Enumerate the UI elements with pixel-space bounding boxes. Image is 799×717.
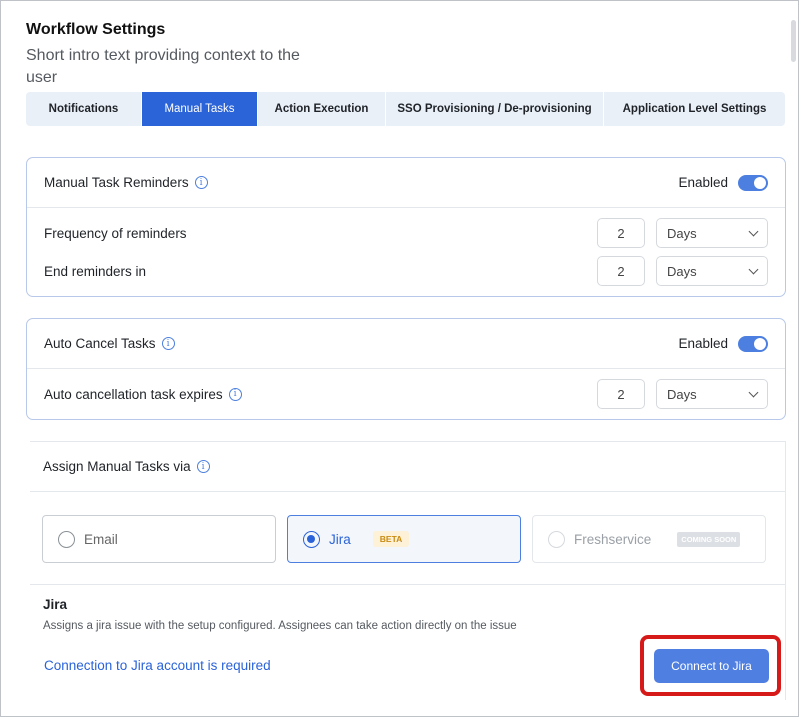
freshservice-radio bbox=[548, 530, 565, 548]
chevron-down-icon bbox=[748, 264, 759, 274]
auto-cancel-unit-value: Days bbox=[667, 386, 697, 402]
tab-bar: Notifications Manual Tasks Action Execut… bbox=[26, 92, 785, 126]
option-jira-label: Jira bbox=[329, 531, 351, 547]
info-icon[interactable]: i bbox=[228, 387, 242, 401]
auto-cancel-input[interactable]: 2 bbox=[597, 379, 645, 409]
frequency-input[interactable]: 2 bbox=[597, 218, 645, 248]
jira-connection-link[interactable]: Connection to Jira account is required bbox=[44, 658, 271, 673]
auto-cancel-label: Auto cancellation task expires bbox=[44, 386, 223, 402]
auto-cancel-title: Auto Cancel Tasks bbox=[44, 336, 156, 351]
scrollbar[interactable] bbox=[791, 20, 796, 62]
auto-cancel-header: Auto Cancel Tasks i Enabled bbox=[27, 319, 785, 369]
jira-radio[interactable] bbox=[303, 530, 320, 548]
intro-text: Short intro text providing context to th… bbox=[26, 47, 300, 86]
assign-options: Email Jira BETA Freshservice COMING SOON bbox=[42, 515, 766, 563]
chevron-down-icon bbox=[748, 387, 759, 397]
assign-header: Assign Manual Tasks via i bbox=[30, 442, 785, 492]
reminders-status: Enabled bbox=[678, 175, 728, 190]
assign-title: Assign Manual Tasks via bbox=[43, 459, 191, 474]
coming-soon-badge: COMING SOON bbox=[677, 531, 741, 547]
frequency-row: Frequency of reminders 2 Days bbox=[27, 214, 785, 252]
reminders-card: Manual Task Reminders i Enabled Frequenc… bbox=[26, 157, 786, 297]
email-radio[interactable] bbox=[58, 530, 75, 548]
connect-to-jira-button[interactable]: Connect to Jira bbox=[654, 649, 769, 683]
frequency-label: Frequency of reminders bbox=[44, 225, 187, 241]
auto-cancel-card: Auto Cancel Tasks i Enabled Auto cancell… bbox=[26, 318, 786, 420]
option-jira[interactable]: Jira BETA bbox=[287, 515, 521, 563]
toggle-knob bbox=[754, 176, 766, 189]
frequency-unit-value: Days bbox=[667, 225, 697, 241]
tab-notifications[interactable]: Notifications bbox=[26, 92, 142, 126]
toggle-knob bbox=[754, 337, 766, 350]
auto-cancel-unit-select[interactable]: Days bbox=[656, 379, 768, 409]
option-email-label: Email bbox=[84, 531, 118, 547]
jira-description: Assigns a jira issue with the setup conf… bbox=[43, 620, 517, 632]
end-reminders-label: End reminders in bbox=[44, 263, 147, 279]
option-freshservice-label: Freshservice bbox=[574, 531, 652, 547]
reminders-toggle[interactable] bbox=[738, 174, 768, 191]
frequency-unit-select[interactable]: Days bbox=[656, 218, 768, 248]
jira-title: Jira bbox=[43, 597, 68, 612]
divider bbox=[30, 584, 786, 585]
option-email[interactable]: Email bbox=[42, 515, 276, 563]
reminders-title: Manual Task Reminders bbox=[44, 175, 189, 190]
chevron-down-icon bbox=[748, 226, 759, 236]
reminders-header: Manual Task Reminders i Enabled bbox=[27, 158, 785, 208]
option-freshservice: Freshservice COMING SOON bbox=[532, 515, 766, 563]
auto-cancel-status: Enabled bbox=[678, 336, 728, 351]
info-icon[interactable]: i bbox=[194, 176, 208, 189]
tab-manual-tasks[interactable]: Manual Tasks bbox=[142, 92, 258, 126]
end-reminders-unit-value: Days bbox=[667, 263, 697, 279]
tab-action-execution[interactable]: Action Execution bbox=[258, 92, 386, 126]
info-icon[interactable]: i bbox=[196, 460, 210, 473]
info-icon[interactable]: i bbox=[161, 337, 175, 350]
auto-cancel-row: Auto cancellation task expires i 2 Days bbox=[27, 375, 785, 413]
end-reminders-unit-select[interactable]: Days bbox=[656, 256, 768, 286]
beta-badge: BETA bbox=[372, 531, 410, 547]
tab-sso-provisioning[interactable]: SSO Provisioning / De-provisioning bbox=[386, 92, 604, 126]
end-reminders-input[interactable]: 2 bbox=[597, 256, 645, 286]
auto-cancel-toggle[interactable] bbox=[738, 335, 768, 352]
page-title: Workflow Settings bbox=[26, 21, 166, 38]
end-reminders-row: End reminders in 2 Days bbox=[27, 252, 785, 290]
tab-application-level-settings[interactable]: Application Level Settings bbox=[604, 92, 785, 126]
